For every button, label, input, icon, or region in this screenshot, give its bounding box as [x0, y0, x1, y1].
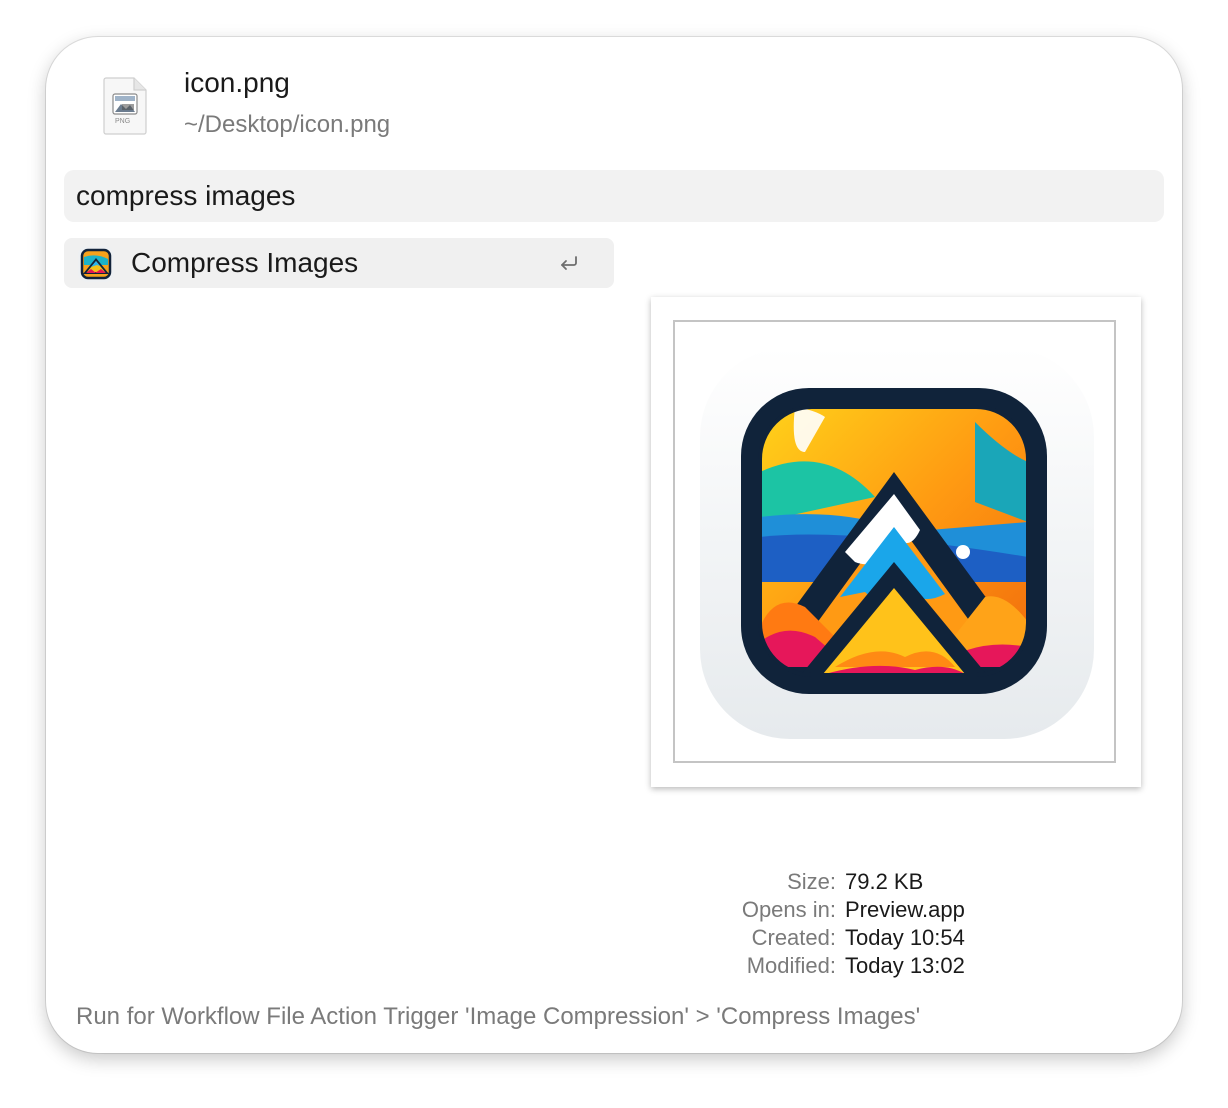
metadata-opens-in: Preview.app: [845, 897, 965, 922]
search-bar[interactable]: [64, 170, 1164, 222]
preview-image-frame: [673, 320, 1116, 763]
metadata-created: Today 10:54: [845, 925, 965, 950]
mountain-image-preview: [675, 322, 1114, 761]
metadata-modified: Today 13:02: [845, 953, 965, 978]
mountain-app-icon: [77, 245, 115, 283]
file-path: ~/Desktop/icon.png: [184, 111, 391, 138]
metadata-label: Opens in:: [741, 897, 836, 922]
search-input[interactable]: [76, 170, 1146, 222]
metadata-size: 79.2 KB: [845, 869, 924, 894]
metadata-label: Size:: [787, 869, 836, 894]
png-file-icon: PNG: [102, 77, 148, 135]
image-preview: [651, 297, 1141, 787]
file-type-badge: PNG: [115, 118, 131, 125]
result-row-compress-images[interactable]: Compress Images: [64, 238, 614, 288]
metadata-label: Created:: [751, 925, 836, 950]
metadata-label: Modified:: [746, 953, 836, 978]
workflow-trigger-footer: Run for Workflow File Action Trigger 'Im…: [76, 1003, 921, 1030]
metadata-values: 79.2 KB Preview.app Today 10:54 Today 13…: [845, 868, 965, 980]
result-label: Compress Images: [131, 247, 359, 278]
return-key-icon: [558, 252, 580, 274]
metadata-labels: Size: Opens in: Created: Modified:: [742, 868, 836, 980]
file-name: icon.png: [184, 67, 290, 98]
file-action-window: PNG icon.png ~/Desktop/icon.png Compress…: [46, 37, 1182, 1053]
